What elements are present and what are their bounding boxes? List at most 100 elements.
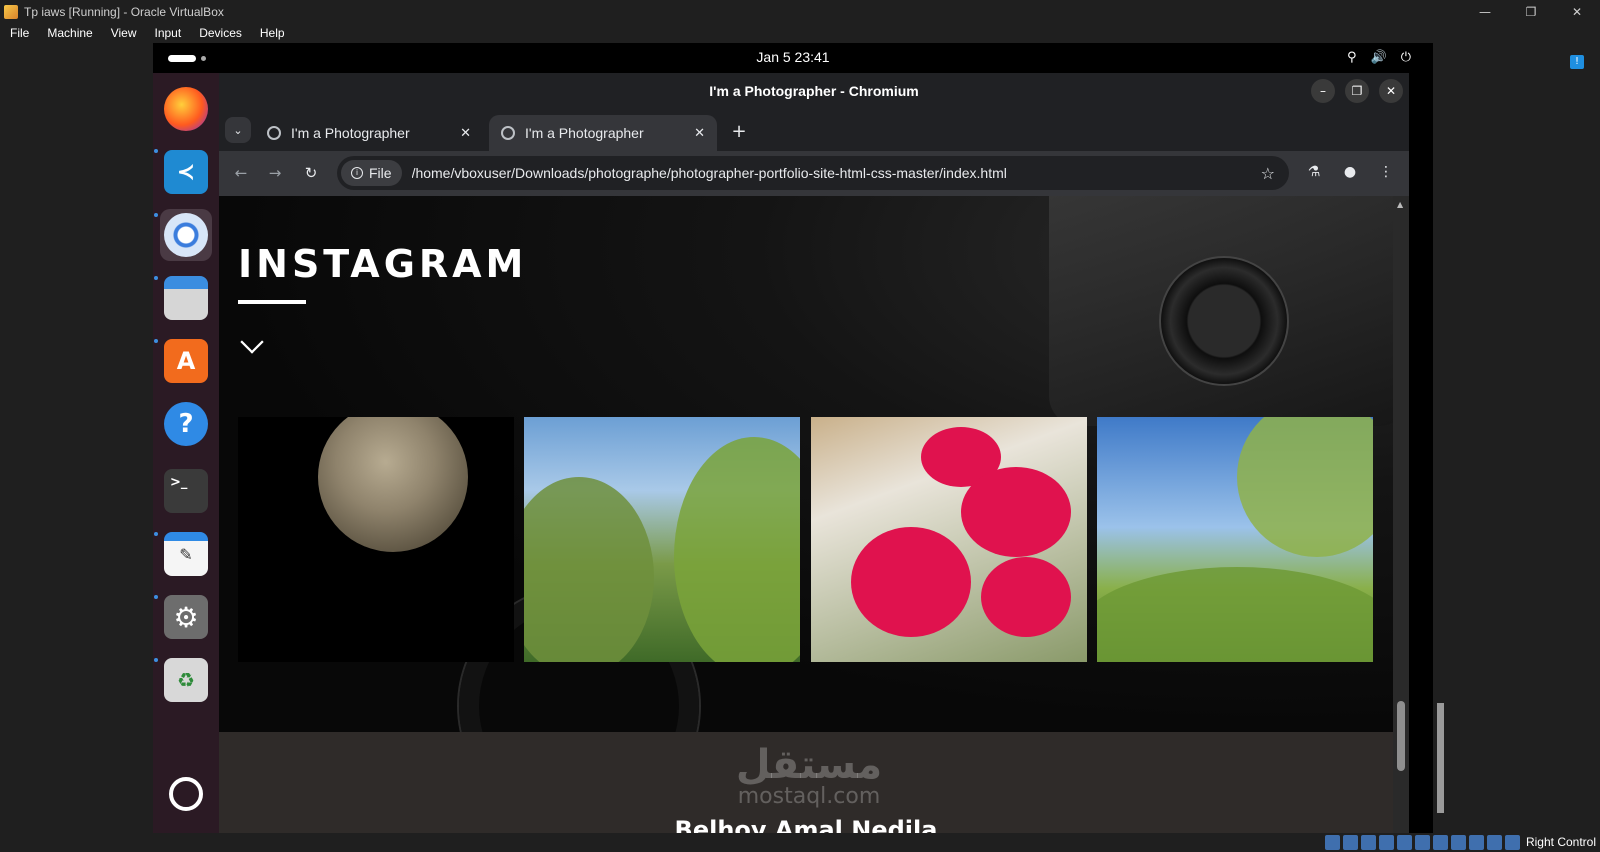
virtualbox-statusbar: Right Control: [0, 833, 1600, 852]
dock-firefox[interactable]: [160, 83, 212, 135]
dock-terminal[interactable]: >_: [160, 465, 212, 517]
chromium-window: I'm a Photographer - Chromium – ❐ ✕ ⌄ I'…: [219, 73, 1409, 833]
flower-shape: [851, 527, 971, 637]
keyboard-icon[interactable]: [1505, 835, 1520, 850]
mouse-integration-icon[interactable]: [1487, 835, 1502, 850]
dock-chromium[interactable]: [160, 209, 212, 261]
maximize-button[interactable]: ❐: [1345, 79, 1369, 103]
running-indicator: [154, 213, 158, 217]
optical-drive-icon[interactable]: [1343, 835, 1358, 850]
virtualbox-menubar: File Machine View Input Devices Help: [0, 23, 1600, 43]
network-icon[interactable]: ⚲: [1347, 50, 1357, 65]
menu-help[interactable]: Help: [250, 26, 293, 40]
running-indicator: [154, 658, 158, 662]
tab-inactive[interactable]: I'm a Photographer ✕: [255, 115, 483, 151]
firefox-icon: [164, 87, 208, 131]
close-window-button[interactable]: ✕: [1379, 79, 1403, 103]
menu-view[interactable]: View: [101, 26, 145, 40]
dock-text-editor[interactable]: ✎: [160, 528, 212, 580]
dock-help[interactable]: ?: [160, 398, 212, 450]
host-restore-button[interactable]: ❐: [1508, 0, 1554, 23]
photo-trees[interactable]: [524, 417, 800, 662]
back-arrow-icon[interactable]: ←: [229, 161, 253, 185]
menu-input[interactable]: Input: [145, 26, 190, 40]
gnome-top-bar: Jan 5 23:41 ⚲ 🔊 ⏻: [153, 43, 1433, 73]
text-editor-icon: ✎: [164, 532, 208, 576]
minimize-button[interactable]: –: [1311, 79, 1335, 103]
dock-vscode[interactable]: ≺: [160, 146, 212, 198]
bookmark-star-icon[interactable]: ☆: [1261, 164, 1275, 183]
url-text[interactable]: /home/vboxuser/Downloads/photographe/pho…: [412, 165, 1261, 181]
dock-settings[interactable]: ⚙: [160, 591, 212, 643]
tab-label: I'm a Photographer: [291, 125, 410, 141]
forward-arrow-icon[interactable]: →: [263, 161, 287, 185]
shared-folder-icon[interactable]: [1415, 835, 1430, 850]
tab-label: I'm a Photographer: [525, 125, 644, 141]
moon-image: [318, 417, 468, 552]
host-side-area: [1448, 43, 1600, 833]
files-icon: [164, 276, 208, 320]
usb-icon[interactable]: [1397, 835, 1412, 850]
recording-icon[interactable]: [1451, 835, 1466, 850]
virtualbox-window-title: Tp iaws [Running] - Oracle VirtualBox: [24, 4, 224, 19]
dock-files[interactable]: [160, 272, 212, 324]
photo-trees-sky[interactable]: [1097, 417, 1373, 662]
tab-close-icon[interactable]: ✕: [694, 125, 705, 141]
reload-icon[interactable]: ↻: [299, 161, 323, 185]
network-adapter-icon[interactable]: [1379, 835, 1394, 850]
more-menu-icon[interactable]: ⋮: [1375, 161, 1397, 183]
chromium-titlebar: I'm a Photographer - Chromium – ❐ ✕: [219, 73, 1409, 109]
virtualbox-titlebar: Tp iaws [Running] - Oracle VirtualBox — …: [0, 0, 1600, 23]
foliage-shape: [1237, 417, 1373, 557]
harddisk-icon[interactable]: [1325, 835, 1340, 850]
clock[interactable]: Jan 5 23:41: [153, 49, 1433, 65]
instagram-section: INSTAGRAM: [219, 196, 1393, 826]
tab-active[interactable]: I'm a Photographer ✕: [489, 115, 717, 151]
chevron-down-icon[interactable]: [240, 330, 264, 354]
dock-show-apps[interactable]: [160, 768, 212, 820]
photo-moon[interactable]: [238, 417, 514, 662]
vm-display-scrollbar[interactable]: [1433, 43, 1448, 833]
display-icon[interactable]: [1433, 835, 1448, 850]
info-icon: i: [351, 167, 363, 179]
guest-display[interactable]: Jan 5 23:41 ⚲ 🔊 ⏻ ≺ A ? >_ ✎ ⚙ ♻ I'm a P…: [153, 43, 1433, 833]
browser-toolbar: ← → ↻ i File /home/vboxuser/Downloads/ph…: [219, 151, 1409, 196]
audio-icon[interactable]: [1361, 835, 1376, 850]
vm-scroll-thumb[interactable]: [1437, 703, 1444, 813]
tab-search-button[interactable]: ⌄: [225, 117, 251, 143]
menu-file[interactable]: File: [0, 26, 37, 40]
watermark-latin: mostaql.com: [737, 784, 881, 809]
web-page-viewport[interactable]: INSTAGRAM مستقل mostaql.com Belhoy Amal …: [219, 196, 1393, 833]
app-center-icon: A: [164, 339, 208, 383]
tab-close-icon[interactable]: ✕: [460, 125, 471, 141]
new-tab-button[interactable]: +: [727, 119, 751, 143]
page-scrollbar[interactable]: ▲: [1393, 196, 1409, 833]
photographer-name: Belhoy Amal Nedila: [674, 816, 938, 833]
system-tray[interactable]: ⚲ 🔊 ⏻: [1347, 50, 1411, 65]
site-info-chip[interactable]: i File: [341, 160, 402, 186]
terminal-icon: >_: [164, 469, 208, 513]
flower-shape: [981, 557, 1071, 637]
flower-shape: [961, 467, 1071, 557]
power-icon[interactable]: ⏻: [1401, 50, 1411, 65]
scroll-up-arrow-icon[interactable]: ▲: [1397, 200, 1403, 209]
volume-icon[interactable]: 🔊: [1371, 50, 1387, 65]
tab-strip: ⌄ I'm a Photographer ✕ I'm a Photographe…: [219, 109, 1409, 151]
notification-icon[interactable]: !: [1570, 55, 1584, 69]
labs-flask-icon[interactable]: ⚗: [1303, 161, 1325, 183]
scroll-thumb[interactable]: [1397, 701, 1405, 771]
photo-bougainvillea[interactable]: [811, 417, 1087, 662]
dock-trash[interactable]: ♻: [160, 654, 212, 706]
menu-devices[interactable]: Devices: [189, 26, 250, 40]
running-indicator: [154, 532, 158, 536]
host-minimize-button[interactable]: —: [1462, 0, 1508, 23]
heading-underline: [238, 300, 306, 304]
dock-app-center[interactable]: A: [160, 335, 212, 387]
menu-machine[interactable]: Machine: [37, 26, 100, 40]
cpu-icon[interactable]: [1469, 835, 1484, 850]
running-indicator: [154, 149, 158, 153]
host-close-button[interactable]: ✕: [1554, 0, 1600, 23]
running-indicator: [154, 595, 158, 599]
address-bar[interactable]: i File /home/vboxuser/Downloads/photogra…: [337, 156, 1289, 190]
profile-avatar-icon[interactable]: ●: [1339, 161, 1361, 183]
